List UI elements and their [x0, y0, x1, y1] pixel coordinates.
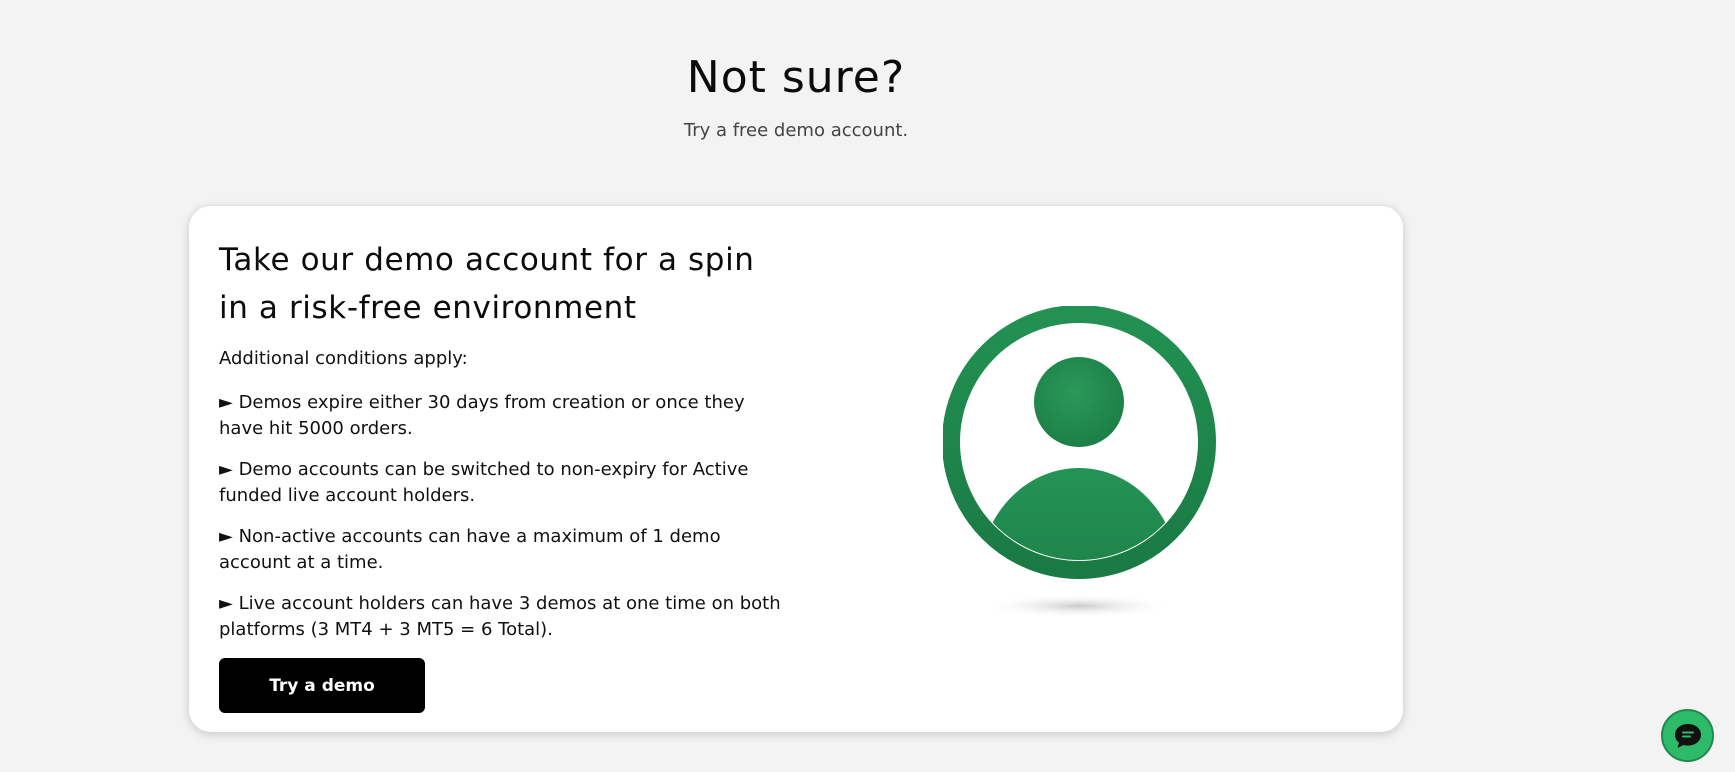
- condition-item: ► Demo accounts can be switched to non-e…: [219, 459, 749, 506]
- chat-bubble-icon: [1674, 723, 1701, 748]
- condition-item: ► Demos expire either 30 days from creat…: [219, 392, 745, 439]
- page: Not sure? Try a free demo account. Take …: [0, 0, 1735, 772]
- chat-button[interactable]: [1661, 709, 1714, 762]
- demo-card: Take our demo account for a spin in a ri…: [189, 206, 1403, 732]
- conditions-intro: Additional conditions apply:: [219, 348, 468, 369]
- try-demo-button[interactable]: Try a demo: [219, 658, 425, 713]
- condition-item: ► Live account holders can have 3 demos …: [219, 593, 781, 640]
- condition-item: ► Non-active accounts can have a maximum…: [219, 526, 721, 573]
- section-title: Not sure?: [686, 52, 906, 103]
- section-subtitle: Try a free demo account.: [683, 120, 909, 141]
- user-avatar-icon: [942, 305, 1223, 626]
- demo-card-content: Take our demo account for a spin in a ri…: [219, 236, 789, 713]
- card-heading: Take our demo account for a spin in a ri…: [219, 242, 755, 326]
